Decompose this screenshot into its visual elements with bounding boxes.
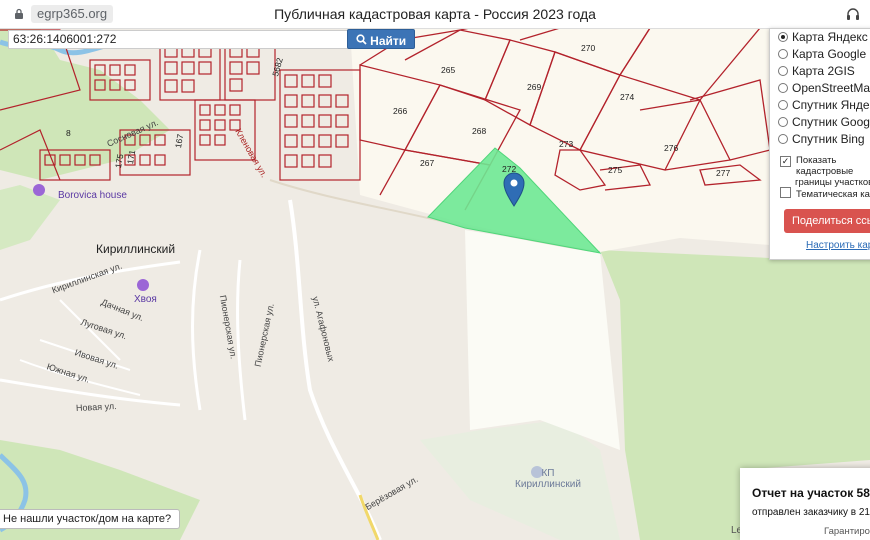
thematic-map-option[interactable]: Тематическая карта: [780, 187, 870, 200]
cadastre-search-input[interactable]: 63:26:1406001:272: [8, 30, 350, 49]
hotel-icon[interactable]: [33, 184, 45, 196]
report-title: Отчет на участок 58:: [752, 486, 870, 500]
parcel-8[interactable]: 8: [66, 128, 71, 138]
poi-icon[interactable]: [137, 279, 149, 291]
place-kirillinsky: Кириллинский: [96, 242, 176, 256]
share-link-button[interactable]: Поделиться ссылкой: [784, 209, 870, 233]
headphones-icon[interactable]: [846, 7, 860, 21]
search-icon: [356, 34, 367, 45]
parcel-269[interactable]: 269: [527, 82, 541, 92]
radio-icon[interactable]: [778, 83, 788, 93]
layer-google-satellite[interactable]: Спутник Google: [778, 114, 870, 130]
parcel-266[interactable]: 266: [393, 106, 407, 116]
report-subtitle: отправлен заказчику в 21: [752, 507, 870, 518]
layer-osm[interactable]: OpenStreetMap: [778, 80, 870, 96]
poi-kp-kirillinsky[interactable]: КП Кириллинский: [508, 468, 588, 490]
browser-top-bar: egrp365.org Публичная кадастровая карта …: [0, 0, 870, 29]
radio-icon[interactable]: [778, 134, 788, 144]
parcel-277[interactable]: 277: [716, 168, 730, 178]
radio-icon[interactable]: [778, 100, 788, 110]
parcel-273[interactable]: 273: [559, 139, 573, 149]
radio-icon[interactable]: [778, 66, 788, 76]
setup-map-link[interactable]: Настроить карту: [806, 240, 870, 251]
parcel-276[interactable]: 276: [664, 143, 678, 153]
parcel-267[interactable]: 267: [420, 158, 434, 168]
not-found-prompt[interactable]: Не нашли участок/дом на карте?: [0, 509, 181, 529]
layer-bing-satellite[interactable]: Спутник Bing: [778, 131, 865, 147]
checkbox-checked-icon[interactable]: ✓: [780, 156, 791, 167]
report-guarantee: Гарантиров: [824, 526, 870, 537]
map-canvas[interactable]: [0, 28, 870, 540]
checkbox-icon[interactable]: [780, 187, 791, 198]
parcel-274[interactable]: 274: [620, 92, 634, 102]
show-cadastre-label: Показать кадастровые границы участков: [795, 155, 870, 188]
radio-icon[interactable]: [778, 117, 788, 127]
poi-khvoya[interactable]: Хвоя: [134, 294, 157, 305]
show-cadastre-option[interactable]: ✓ Показать кадастровые границы участков: [780, 155, 870, 188]
report-notification[interactable]: Отчет на участок 58: отправлен заказчику…: [740, 468, 870, 540]
radio-icon[interactable]: [778, 49, 788, 59]
layer-2gis-map[interactable]: Карта 2GIS: [778, 63, 855, 79]
parcel-275[interactable]: 275: [608, 165, 622, 175]
parcel-270[interactable]: 270: [581, 43, 595, 53]
parcel-268[interactable]: 268: [472, 126, 486, 136]
street-novaya: Новая ул.: [75, 400, 117, 414]
layer-yandex-satellite[interactable]: Спутник Яндекс: [778, 97, 870, 113]
cadastral-map[interactable]: Borovica house Кириллинский Хвоя КП Кири…: [0, 28, 870, 540]
poi-borovica[interactable]: Borovica house: [58, 190, 127, 201]
map-layers-panel: Карта Яндекс Карта Google Карта 2GIS Ope…: [769, 28, 870, 260]
parcel-265[interactable]: 265: [441, 65, 455, 75]
find-button-label: Найти: [370, 33, 407, 48]
layer-yandex-map[interactable]: Карта Яндекс: [778, 29, 868, 45]
layer-google-map[interactable]: Карта Google: [778, 46, 866, 62]
page-title: Публичная кадастровая карта - Россия 202…: [274, 6, 596, 22]
find-button[interactable]: Найти: [347, 29, 415, 49]
radio-selected-icon[interactable]: [778, 32, 788, 42]
parcel-272[interactable]: 272: [502, 164, 516, 174]
